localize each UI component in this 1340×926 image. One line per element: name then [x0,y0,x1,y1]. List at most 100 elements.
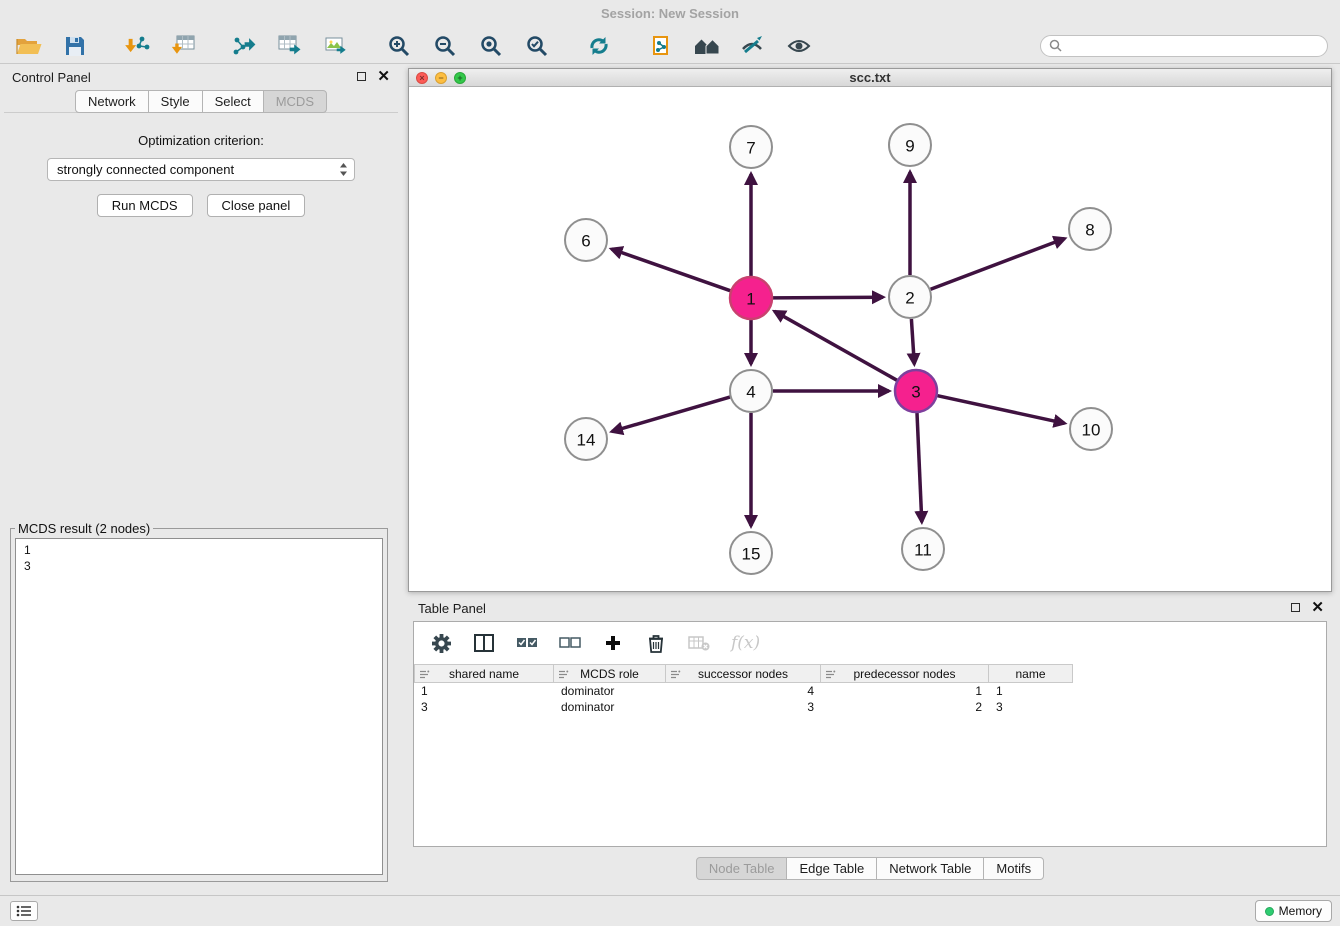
tab-style[interactable]: Style [148,90,203,113]
toolbar-group [582,31,616,61]
graph-node-7[interactable]: 7 [730,126,772,168]
search-input[interactable] [1067,38,1319,54]
select-stepper-icon [339,162,348,177]
zoom-out-icon [434,35,456,57]
column-label: successor nodes [698,667,788,681]
column-header-mcds-role[interactable]: MCDS role [554,664,666,683]
column-header-predecessor-nodes[interactable]: predecessor nodes [821,664,989,683]
table-row[interactable]: 3dominator323 [414,699,1326,715]
criterion-select[interactable]: strongly connected component [47,158,355,181]
style-paint-button[interactable] [736,31,770,61]
home-button[interactable] [690,31,724,61]
toolbar-group [228,31,354,61]
graph-node-10[interactable]: 10 [1070,408,1112,450]
memory-button-label: Memory [1279,904,1322,918]
refresh-view-button[interactable] [582,31,616,61]
node-label-14: 14 [577,431,596,450]
zoom-selected-icon [526,35,548,57]
table-cell: 1 [414,683,554,699]
task-history-button[interactable] [10,901,38,921]
delete-row-button[interactable] [645,630,667,656]
graph-node-6[interactable]: 6 [565,219,607,261]
tab-select[interactable]: Select [202,90,264,113]
zoom-fit-icon [480,35,502,57]
graph-node-1[interactable]: 1 [730,277,772,319]
graph-node-15[interactable]: 15 [730,532,772,574]
graph-node-9[interactable]: 9 [889,124,931,166]
tab-edge-table[interactable]: Edge Table [786,857,877,880]
table-panel-close-icon[interactable]: ✕ [1311,602,1324,613]
zoom-fit-button[interactable] [474,31,508,61]
node-label-15: 15 [742,545,761,564]
edge-1-2[interactable] [773,297,883,298]
control-panel-tabs: NetworkStyleSelectMCDS [4,90,398,113]
zoom-window-button[interactable]: + [454,72,466,84]
home-icon [694,36,720,56]
close-window-button[interactable]: × [416,72,428,84]
zoom-out-button[interactable] [428,31,462,61]
add-row-button[interactable] [602,630,624,656]
export-image-button[interactable] [320,31,354,61]
network-canvas[interactable]: 7 9 6 8 1 2 4 3 14 10 15 11 [409,87,1331,591]
app-window: Session: New Session Control Panel ✕ Net… [0,0,1340,926]
edge-1-6[interactable] [612,249,731,291]
graph-node-8[interactable]: 8 [1069,208,1111,250]
tab-network-table[interactable]: Network Table [876,857,984,880]
network-window-titlebar[interactable]: × − + scc.txt [409,69,1331,87]
memory-button[interactable]: Memory [1255,900,1332,922]
table-cell: dominator [554,683,666,699]
edge-2-3[interactable] [911,319,914,364]
graph-node-4[interactable]: 4 [730,370,772,412]
edge-3-10[interactable] [938,396,1065,424]
minimize-window-button[interactable]: − [435,72,447,84]
tab-network[interactable]: Network [75,90,149,113]
column-layout-button[interactable] [473,630,495,656]
table-row[interactable]: 1dominator411 [414,683,1326,699]
sort-icon [670,669,681,683]
control-panel-float-icon[interactable] [357,72,366,81]
show-hide-button[interactable] [782,31,816,61]
node-label-2: 2 [905,289,914,308]
network-window-title: scc.txt [849,70,890,85]
zoom-in-button[interactable] [382,31,416,61]
tab-mcds[interactable]: MCDS [263,90,327,113]
run-mcds-button[interactable]: Run MCDS [97,194,193,217]
column-header-shared-name[interactable]: shared name [414,664,554,683]
export-network-button[interactable] [228,31,262,61]
zoom-selected-button[interactable] [520,31,554,61]
select-all-button[interactable] [516,630,538,656]
import-network-button[interactable] [120,31,154,61]
graph-node-3[interactable]: 3 [895,370,937,412]
delete-row-icon [648,634,664,653]
save-session-button[interactable] [58,31,92,61]
edge-3-11[interactable] [917,413,922,522]
table-cell: 1 [821,683,989,699]
network-graph[interactable]: 7 9 6 8 1 2 4 3 14 10 15 11 [409,87,1331,591]
graph-node-2[interactable]: 2 [889,276,931,318]
table-body: 1dominator4113dominator323 [414,683,1326,715]
table-panel-float-icon[interactable] [1291,603,1300,612]
edge-3-1[interactable] [775,311,897,380]
criterion-selected-value: strongly connected component [57,162,339,177]
tab-node-table[interactable]: Node Table [696,857,788,880]
column-header-successor-nodes[interactable]: successor nodes [666,664,821,683]
clone-network-button[interactable] [644,31,678,61]
table-settings-icon [432,634,451,653]
table-cell: 4 [666,683,821,699]
table-settings-button[interactable] [430,630,452,656]
graph-node-14[interactable]: 14 [565,418,607,460]
tab-motifs[interactable]: Motifs [983,857,1044,880]
mcds-result-list[interactable]: 13 [15,538,383,875]
graph-node-11[interactable]: 11 [902,528,944,570]
export-table-button[interactable] [274,31,308,61]
toolbar-group [644,31,816,61]
edge-2-8[interactable] [931,239,1065,290]
close-mcds-panel-button[interactable]: Close panel [207,194,306,217]
export-network-icon [232,35,258,57]
deselect-all-button[interactable] [559,630,581,656]
column-header-name[interactable]: name [989,664,1073,683]
edge-4-14[interactable] [612,397,730,431]
import-table-button[interactable] [166,31,200,61]
control-panel-close-icon[interactable]: ✕ [377,71,390,82]
open-session-button[interactable] [12,31,46,61]
